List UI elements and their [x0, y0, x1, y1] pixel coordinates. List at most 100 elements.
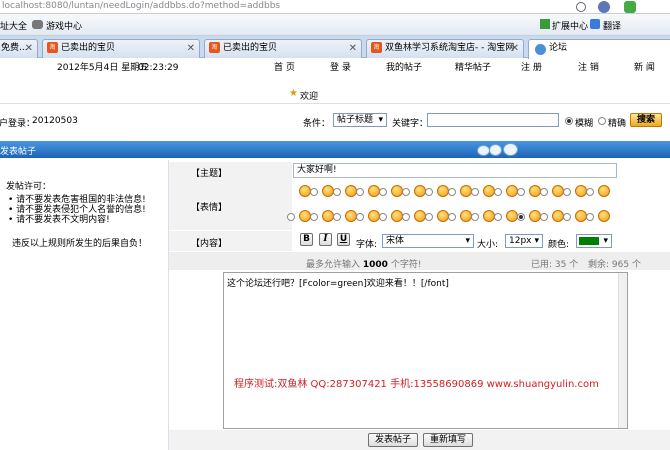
nav-login[interactable]: 登 录: [330, 58, 351, 80]
emoticon-icon[interactable]: [598, 210, 610, 222]
nav-my-posts[interactable]: 我的帖子: [386, 58, 422, 80]
fav-link-sites[interactable]: 址大全: [0, 19, 27, 32]
emoticon-icon[interactable]: [598, 185, 610, 197]
translate-icon: [590, 19, 600, 29]
fav-link-games[interactable]: 游戏中心: [46, 19, 82, 32]
subject-label-cell: [169, 162, 292, 180]
rule-item: • 请不要发表危害祖国的非法信息!: [8, 195, 146, 205]
content-label-cell: [169, 231, 292, 251]
subject-input[interactable]: 大家好啊!: [293, 163, 617, 178]
reset-button[interactable]: 重新填写: [423, 433, 473, 447]
emotion-radio[interactable]: [356, 188, 364, 196]
submit-button[interactable]: 发表帖子: [368, 433, 418, 447]
tab-1[interactable]: 免费... ✕: [0, 39, 38, 58]
emotion-radio[interactable]: [448, 213, 456, 221]
exact-radio[interactable]: [598, 117, 606, 125]
emotion-radio[interactable]: [333, 213, 341, 221]
emotion-radio[interactable]: [540, 188, 548, 196]
tab-2[interactable]: 淘已卖出的宝贝 ✕: [42, 39, 200, 58]
nav-logout[interactable]: 注 销: [578, 58, 599, 80]
address-text: localhost:8080/luntan/needLogin/addbbs.d…: [2, 1, 281, 11]
taobao-icon: 淘: [371, 42, 382, 53]
emotion-radio[interactable]: [517, 188, 525, 196]
emotion-radio[interactable]: [379, 213, 387, 221]
search-button[interactable]: 搜索: [630, 113, 662, 127]
close-icon[interactable]: ✕: [187, 40, 195, 57]
emotion-radio[interactable]: [563, 213, 571, 221]
emotion-radio[interactable]: [517, 213, 525, 221]
taobao-icon: 淘: [47, 42, 58, 53]
emotion-radio[interactable]: [586, 213, 594, 221]
used-counter: 已用: 35 个: [531, 260, 579, 270]
fuzzy-label: 模糊: [575, 119, 594, 129]
emotion-radio[interactable]: [471, 188, 479, 196]
emotion-radio[interactable]: [379, 188, 387, 196]
emotion-radio[interactable]: [494, 188, 502, 196]
emotion-radio[interactable]: [563, 188, 571, 196]
emotion-radio[interactable]: [310, 188, 318, 196]
rule-item: • 请不要发表侵犯个人名誉的信息!: [8, 205, 146, 215]
close-icon[interactable]: ✕: [25, 40, 33, 57]
emotion-radio[interactable]: [425, 213, 433, 221]
condition-select[interactable]: 帖子标题: [333, 113, 387, 127]
refresh-icon[interactable]: [598, 1, 610, 13]
address-bar[interactable]: localhost:8080/luntan/needLogin/addbbs.d…: [0, 0, 670, 14]
italic-button[interactable]: I: [319, 233, 332, 246]
emotion-radio[interactable]: [402, 188, 410, 196]
content-textarea[interactable]: 这个论坛还行吧？[Fcolor=green]欢迎来看！！[/font] 程序测试…: [223, 272, 628, 429]
star-icon[interactable]: [576, 2, 586, 12]
tab-3[interactable]: 淘已卖出的宝贝 ✕: [204, 39, 362, 58]
nav-register[interactable]: 注 册: [521, 58, 542, 80]
date-text: 2012年5月4日 星期五: [57, 63, 149, 73]
emotion-radio[interactable]: [471, 213, 479, 221]
bold-button[interactable]: B: [300, 233, 313, 246]
emotion-radio[interactable]: [402, 213, 410, 221]
content-text: 这个论坛还行吧？[Fcolor=green]欢迎来看！！[/font]: [227, 279, 449, 289]
fuzzy-radio[interactable]: [565, 117, 573, 125]
emotion-radio[interactable]: [310, 213, 318, 221]
size-select[interactable]: 12px: [505, 234, 543, 248]
textarea-scrollbar[interactable]: [618, 273, 627, 428]
exact-label: 精确: [608, 119, 627, 129]
nav-news[interactable]: 新 闻: [634, 58, 655, 80]
color-label: 颜色:: [548, 240, 570, 250]
close-icon[interactable]: ✕: [349, 40, 357, 57]
emotion-radio[interactable]: [540, 213, 548, 221]
divider: [0, 103, 670, 104]
nav-home[interactable]: 首 页: [274, 58, 295, 80]
nav-elite[interactable]: 精华帖子: [455, 58, 491, 80]
keyword-label: 关键字：: [392, 119, 429, 129]
circle-icon: [503, 143, 518, 156]
emotion-radio[interactable]: [287, 213, 295, 221]
fav-translate[interactable]: 翻译: [603, 19, 621, 32]
emotion-radio[interactable]: [425, 188, 433, 196]
extension-icon[interactable]: [624, 1, 636, 13]
gamepad-icon: [32, 20, 43, 29]
section-title: 发表帖子: [0, 147, 37, 157]
close-icon[interactable]: ✕: [511, 40, 519, 57]
emotion-label: 【表情】: [191, 203, 228, 213]
welcome-icon: ★: [289, 88, 298, 99]
keyword-input[interactable]: [427, 113, 559, 127]
underline-button[interactable]: U: [337, 233, 350, 246]
emotion-radio[interactable]: [356, 213, 364, 221]
browser-toolbar-icons: [572, 0, 668, 14]
subject-label: 【主题】: [191, 169, 228, 179]
emotion-radio[interactable]: [448, 188, 456, 196]
user-login-value: 20120503: [32, 116, 78, 126]
tab-bar: 免费... ✕ 淘已卖出的宝贝 ✕ 淘已卖出的宝贝 ✕ 淘双鱼林学习系统淘宝店- - …: [0, 36, 670, 59]
tab-5-active[interactable]: 论坛: [528, 39, 670, 59]
emotion-radio[interactable]: [586, 188, 594, 196]
circle-icon: [489, 144, 502, 156]
fav-ext-center[interactable]: 扩展中心: [552, 19, 588, 32]
tab-4[interactable]: 淘双鱼林学习系统淘宝店- - 淘宝网 ✕: [366, 39, 524, 58]
emotion-radio[interactable]: [494, 213, 502, 221]
color-select[interactable]: [576, 234, 612, 248]
extension-center-icon: [540, 19, 550, 29]
font-select[interactable]: 宋体: [382, 234, 474, 248]
button-row: [169, 430, 670, 450]
emotion-radio[interactable]: [333, 188, 341, 196]
rules-list: • 请不要发表危害祖国的非法信息! • 请不要发表侵犯个人名誉的信息! • 请不…: [8, 195, 146, 225]
remain-counter: 剩余: 965 个: [588, 260, 641, 270]
watermark-text: 程序测试:双鱼林 QQ:287307421 手机:13558690869 www…: [234, 379, 599, 390]
